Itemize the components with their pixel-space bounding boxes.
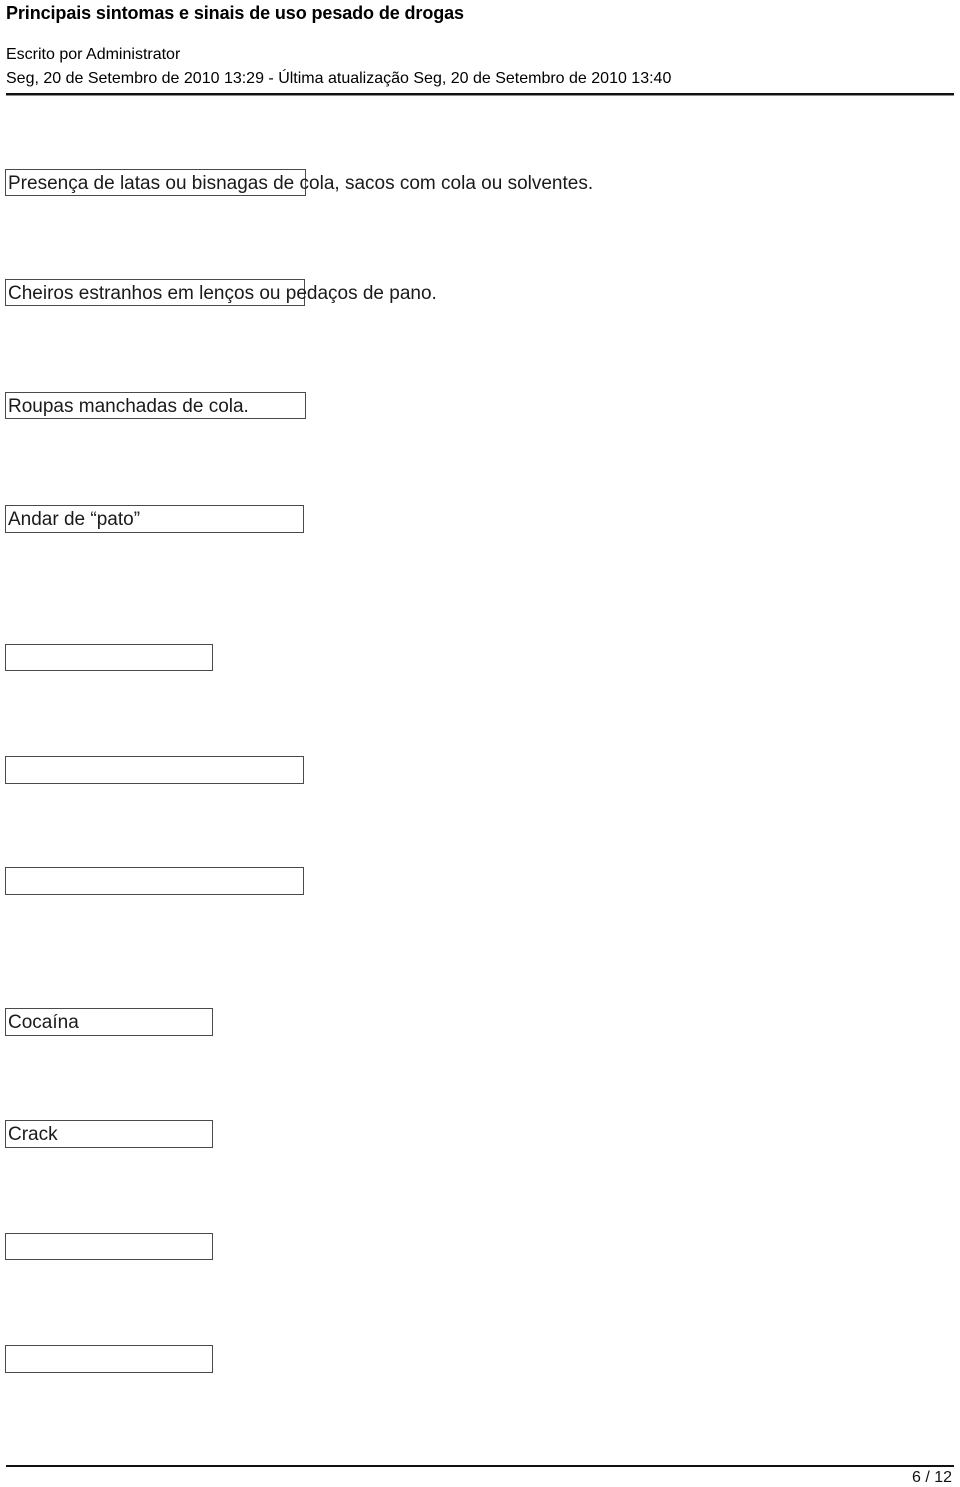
empty-box-3 <box>5 867 304 895</box>
header-divider <box>6 93 954 96</box>
page-number: 6 / 12 <box>911 1469 952 1486</box>
paragraph-2: Cheiros estranhos em lenços ou pedaços d… <box>8 283 437 304</box>
page-title: Principais sintomas e sinais de uso pesa… <box>6 3 464 23</box>
paragraph-4: Andar de “pato” <box>8 509 141 530</box>
box-crack-label: Crack <box>8 1124 58 1145</box>
author-byline: Escrito por Administrator <box>6 46 181 63</box>
document-page: Principais sintomas e sinais de uso pesa… <box>0 0 960 1487</box>
footer-divider <box>6 1465 954 1467</box>
empty-box-5 <box>5 1345 213 1373</box>
empty-box-4 <box>5 1233 213 1260</box>
paragraph-3: Roupas manchadas de cola. <box>8 396 249 417</box>
publish-update-dateline: Seg, 20 de Setembro de 2010 13:29 - Últi… <box>6 70 672 87</box>
box-cocaina-label: Cocaína <box>8 1012 79 1033</box>
empty-box-2 <box>5 756 304 784</box>
paragraph-1: Presença de latas ou bisnagas de cola, s… <box>8 173 594 194</box>
empty-box-1 <box>5 644 213 671</box>
